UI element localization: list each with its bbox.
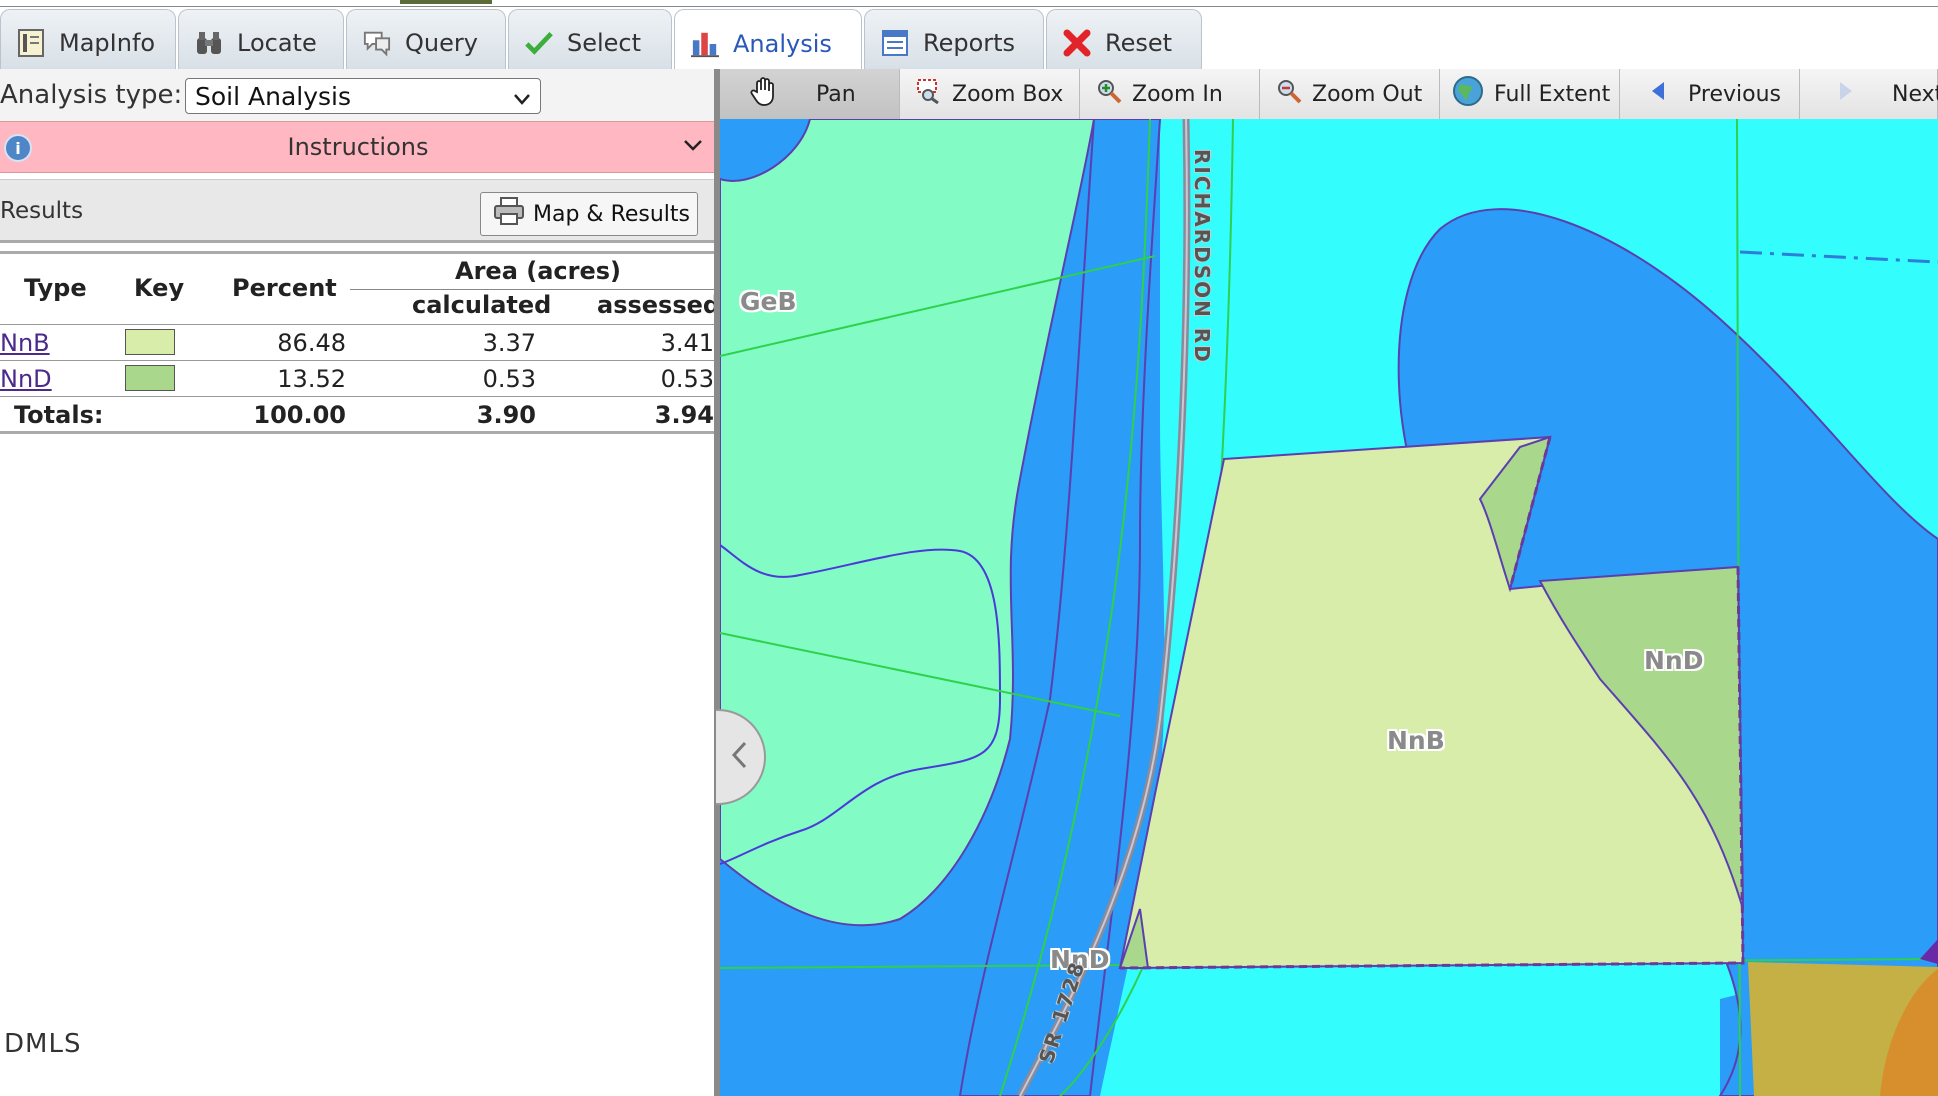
tab-bar: MapInfo Locate Query Select Analysis Rep… bbox=[0, 7, 1938, 71]
assessed-cell: 0.53 bbox=[660, 365, 714, 393]
soil-key-swatch bbox=[125, 329, 175, 355]
arrow-left-icon bbox=[1650, 80, 1666, 108]
percent-cell: 13.52 bbox=[277, 365, 346, 393]
chevron-left-icon bbox=[729, 739, 751, 775]
arrow-right-icon bbox=[1838, 80, 1854, 108]
header-assessed: assessed bbox=[597, 291, 721, 319]
tab-reset[interactable]: Reset bbox=[1046, 9, 1202, 69]
zoom-out-tool[interactable]: Zoom Out bbox=[1260, 69, 1440, 119]
totals-assessed: 3.94 bbox=[654, 401, 714, 429]
totals-label: Totals: bbox=[14, 401, 104, 429]
totals-calculated: 3.90 bbox=[476, 401, 536, 429]
instructions-bar[interactable]: i Instructions bbox=[0, 121, 716, 173]
map-info-icon bbox=[17, 28, 45, 57]
speech-bubble-icon bbox=[363, 29, 391, 57]
zoom-out-icon bbox=[1276, 78, 1302, 110]
binoculars-icon bbox=[195, 29, 223, 57]
map-label-nnb: NnB bbox=[1387, 726, 1445, 755]
tool-label: Full Extent bbox=[1494, 81, 1611, 107]
hand-icon bbox=[748, 75, 780, 113]
results-header: Results Map & Results bbox=[0, 179, 716, 243]
tool-label: Pan bbox=[816, 81, 856, 107]
header-area: Area (acres) bbox=[455, 257, 621, 285]
zoom-box-icon bbox=[916, 78, 942, 110]
tool-label: Zoom Out bbox=[1312, 81, 1423, 107]
tool-label: Zoom Box bbox=[952, 81, 1064, 107]
percent-cell: 86.48 bbox=[277, 329, 346, 357]
map-label-geb: GeB bbox=[740, 287, 797, 316]
totals-row: Totals: 100.00 3.90 3.94 bbox=[0, 396, 716, 434]
full-extent-tool[interactable]: Full Extent bbox=[1440, 69, 1620, 119]
header-image bbox=[400, 0, 492, 4]
tab-locate[interactable]: Locate bbox=[178, 9, 344, 69]
results-table: Type Key Percent Area (acres) calculated… bbox=[0, 251, 720, 501]
tab-mapinfo[interactable]: MapInfo bbox=[0, 9, 176, 69]
road-label-richardson: RICHARDSON RD bbox=[1190, 149, 1214, 364]
print-map-results-button[interactable]: Map & Results bbox=[480, 192, 698, 236]
header-percent: Percent bbox=[232, 274, 337, 302]
globe-icon bbox=[1452, 75, 1484, 113]
totals-percent: 100.00 bbox=[253, 401, 346, 429]
analysis-type-value: Soil Analysis bbox=[195, 81, 352, 111]
header-key: Key bbox=[134, 274, 185, 302]
analysis-type-select[interactable]: Soil Analysis bbox=[185, 78, 541, 114]
next-extent-tool[interactable]: Next bbox=[1800, 69, 1938, 119]
tab-label: Reset bbox=[1105, 28, 1173, 57]
tab-label: MapInfo bbox=[59, 28, 156, 57]
bar-chart-icon bbox=[691, 30, 719, 58]
map-canvas bbox=[720, 119, 1938, 1096]
printer-icon bbox=[493, 196, 525, 232]
header-calculated: calculated bbox=[412, 291, 552, 319]
soil-type-link[interactable]: NnB bbox=[0, 329, 50, 357]
instructions-label: Instructions bbox=[287, 133, 429, 161]
header-type: Type bbox=[24, 274, 87, 302]
tab-label: Query bbox=[405, 28, 478, 57]
map-label-nnd: NnD bbox=[1644, 646, 1704, 675]
top-strip bbox=[0, 0, 1938, 7]
pan-tool[interactable]: Pan bbox=[720, 69, 900, 119]
header-divider bbox=[350, 289, 716, 290]
results-label: Results bbox=[0, 198, 84, 224]
previous-extent-tool[interactable]: Previous bbox=[1620, 69, 1800, 119]
map-view[interactable]: GeB NnB NnD NnD RICHARDSON RD SR 1728 bbox=[720, 119, 1938, 1096]
watermark: DMLS bbox=[4, 1029, 82, 1059]
soil-type-link[interactable]: NnD bbox=[0, 365, 52, 393]
tab-label: Reports bbox=[923, 28, 1016, 57]
assessed-cell: 3.41 bbox=[660, 329, 714, 357]
zoom-in-icon bbox=[1096, 78, 1122, 110]
print-button-label: Map & Results bbox=[533, 201, 691, 227]
tool-label: Next bbox=[1892, 81, 1938, 107]
tab-select[interactable]: Select bbox=[508, 9, 672, 69]
tool-label: Zoom In bbox=[1132, 81, 1223, 107]
tab-reports[interactable]: Reports bbox=[864, 9, 1044, 69]
chevron-down-icon bbox=[512, 86, 532, 115]
report-icon bbox=[881, 29, 909, 57]
map-toolbar: Pan Zoom Box Zoom In Zoom Out Full Exten… bbox=[720, 69, 1938, 119]
zoom-in-tool[interactable]: Zoom In bbox=[1080, 69, 1260, 119]
checkmark-icon bbox=[525, 29, 553, 57]
tab-label: Analysis bbox=[733, 29, 832, 58]
zoom-box-tool[interactable]: Zoom Box bbox=[900, 69, 1080, 119]
tab-query[interactable]: Query bbox=[346, 9, 506, 69]
info-icon: i bbox=[4, 134, 32, 162]
soil-key-swatch bbox=[125, 365, 175, 391]
calculated-cell: 0.53 bbox=[482, 365, 536, 393]
calculated-cell: 3.37 bbox=[482, 329, 536, 357]
tab-label: Select bbox=[567, 28, 642, 57]
analysis-type-row: Analysis type: Soil Analysis bbox=[0, 69, 716, 121]
tab-analysis[interactable]: Analysis bbox=[674, 9, 862, 71]
analysis-type-label: Analysis type: bbox=[0, 80, 183, 110]
red-x-icon bbox=[1063, 29, 1091, 57]
tab-label: Locate bbox=[237, 28, 317, 57]
table-row: NnD 13.52 0.53 0.53 bbox=[0, 360, 716, 396]
table-row: NnB 86.48 3.37 3.41 bbox=[0, 324, 716, 360]
tool-label: Previous bbox=[1688, 81, 1781, 107]
left-panel: Analysis type: Soil Analysis i Instructi… bbox=[0, 69, 720, 1096]
chevron-down-icon[interactable] bbox=[682, 134, 704, 162]
